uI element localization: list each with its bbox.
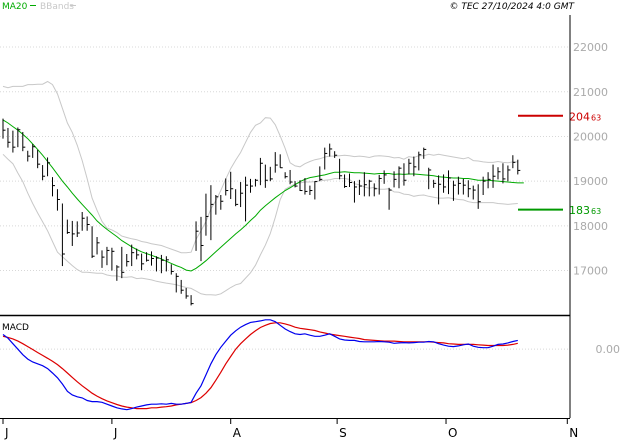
ma20-legend-label: MA20	[2, 2, 28, 12]
price-tick-label: 17000	[573, 265, 608, 278]
x-axis-month-label: J	[4, 426, 9, 440]
price-tick-label: 21000	[573, 86, 608, 99]
price-level-decimals: 63	[591, 113, 601, 122]
x-axis-month-label: S	[339, 426, 347, 440]
price-level-value: 183	[569, 204, 590, 217]
price-tick-label: 19000	[573, 175, 608, 188]
bbands-legend-label: BBands	[40, 2, 74, 12]
x-axis-month-label: O	[448, 426, 457, 440]
price-level-value: 204	[569, 110, 590, 123]
macd-y-axis: 0.00	[596, 343, 621, 356]
x-axis-month-label: J	[113, 426, 118, 440]
x-axis-month-label: A	[233, 426, 242, 440]
price-tick-label: 18000	[573, 220, 608, 233]
price-tick-label: 22000	[573, 41, 608, 54]
price-chart-svg: MA20 BBands © TEC 27/10/2024 4:0 GMT 220…	[0, 0, 627, 440]
x-axis-month-label: N	[569, 426, 578, 440]
copyright-text: © TEC 27/10/2024 4:0 GMT	[449, 2, 575, 12]
macd-tick-label: 0.00	[596, 343, 621, 356]
macd-title: MACD	[2, 323, 29, 333]
chart-background	[0, 0, 627, 440]
chart-stage: MA20 BBands © TEC 27/10/2024 4:0 GMT 220…	[0, 0, 627, 440]
price-tick-label: 20000	[573, 130, 608, 143]
price-level-decimals: 63	[591, 207, 601, 216]
